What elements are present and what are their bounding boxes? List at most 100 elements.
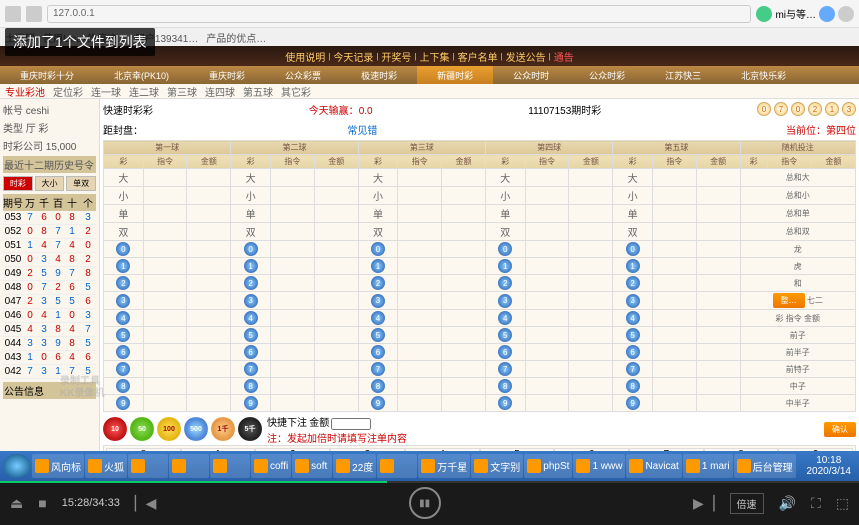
sub-nav-item[interactable]: 连一球 — [91, 84, 121, 99]
bet-ball[interactable]: 9 — [116, 396, 130, 410]
right-cell[interactable]: 和 — [740, 275, 855, 292]
bet-ball[interactable]: 0 — [116, 242, 130, 256]
top-link[interactable]: 今天记录 — [333, 49, 373, 64]
bet-ball[interactable]: 4 — [244, 311, 258, 325]
bet-ball[interactable]: 9 — [498, 396, 512, 410]
sidebar-tab[interactable]: 单双 — [66, 176, 96, 191]
bet-ball[interactable]: 1 — [498, 259, 512, 273]
top-link[interactable]: 上下集 — [420, 49, 450, 64]
quick-amount-input[interactable] — [331, 418, 371, 430]
taskbar-item[interactable]: 万千星 — [418, 454, 470, 478]
top-link[interactable]: 发送公告 — [506, 49, 546, 64]
sub-nav-item[interactable]: 连四球 — [205, 84, 235, 99]
bet-ball[interactable]: 3 — [116, 294, 130, 308]
taskbar-item[interactable]: 22度 — [333, 454, 376, 478]
right-cell[interactable]: 整… 七二 — [740, 292, 855, 310]
url-bar[interactable]: 127.0.0.1 — [47, 5, 751, 23]
bet-option[interactable]: 单 — [500, 210, 510, 221]
bet-option[interactable]: 双 — [246, 228, 256, 239]
taskbar-item[interactable]: 文字别 — [471, 454, 523, 478]
right-cell[interactable]: 中子 — [740, 378, 855, 395]
top-link[interactable]: 客户名单 — [458, 49, 498, 64]
bet-ball[interactable]: 6 — [498, 345, 512, 359]
bet-ball[interactable]: 1 — [244, 259, 258, 273]
bet-option[interactable]: 大 — [500, 174, 510, 185]
bet-ball[interactable]: 0 — [626, 242, 640, 256]
taskbar-item[interactable]: soft — [292, 454, 332, 478]
right-cell[interactable]: 中半子 — [740, 395, 855, 412]
speed-button[interactable]: 倍速 — [730, 493, 764, 514]
right-option[interactable]: 总和双 — [740, 223, 855, 241]
chip-100[interactable]: 100 — [157, 417, 181, 441]
top-link[interactable]: 通告 — [554, 49, 574, 64]
bet-ball[interactable]: 9 — [371, 396, 385, 410]
chip-10[interactable]: 10 — [103, 417, 127, 441]
bet-option[interactable]: 双 — [118, 228, 128, 239]
nav-item[interactable]: 北京幸(PK10) — [94, 66, 189, 84]
forward-button[interactable] — [26, 6, 42, 22]
bet-option[interactable]: 单 — [373, 210, 383, 221]
right-option[interactable]: 总和小 — [740, 187, 855, 205]
taskbar-item[interactable]: phpSt — [524, 454, 572, 478]
sub-nav-item[interactable]: 第三球 — [167, 84, 197, 99]
volume-icon[interactable]: 🔊 — [779, 495, 796, 512]
bet-ball[interactable]: 2 — [244, 276, 258, 290]
taskbar-item[interactable]: 后台管理 — [734, 454, 796, 478]
prev-icon[interactable]: ▏◀ — [135, 495, 157, 512]
bet-ball[interactable]: 4 — [626, 311, 640, 325]
bet-ball[interactable]: 3 — [244, 294, 258, 308]
taskbar-item[interactable]: 1 mari — [683, 454, 733, 478]
bet-ball[interactable]: 8 — [371, 379, 385, 393]
right-cell[interactable]: 彩 指令 金额 — [740, 310, 855, 327]
nav-item[interactable]: 江苏快三 — [645, 66, 721, 84]
top-link[interactable]: 使用说明 — [285, 49, 325, 64]
bet-ball[interactable]: 0 — [244, 242, 258, 256]
bet-ball[interactable]: 7 — [371, 362, 385, 376]
eject-icon[interactable]: ⏏ — [10, 495, 23, 512]
bet-ball[interactable]: 6 — [116, 345, 130, 359]
bet-ball[interactable]: 7 — [626, 362, 640, 376]
bet-option[interactable]: 双 — [628, 228, 638, 239]
chip-1k[interactable]: 1千 — [211, 417, 235, 441]
bet-ball[interactable]: 8 — [244, 379, 258, 393]
next-icon[interactable]: ▶▕ — [693, 495, 715, 512]
nav-item-active[interactable]: 新疆时彩 — [417, 66, 493, 84]
top-link[interactable]: 开奖号 — [381, 49, 411, 64]
bet-option[interactable]: 小 — [246, 192, 256, 203]
right-option[interactable]: 总和单 — [740, 205, 855, 223]
bet-option[interactable]: 单 — [628, 210, 638, 221]
bet-ball[interactable]: 3 — [626, 294, 640, 308]
right-cell[interactable]: 龙 — [740, 241, 855, 258]
bet-ball[interactable]: 2 — [626, 276, 640, 290]
taskbar-item[interactable]: 风向标 — [32, 454, 84, 478]
video-progress[interactable] — [0, 481, 859, 483]
right-cell[interactable]: 前子 — [740, 327, 855, 344]
nav-item[interactable]: 公众时时 — [493, 66, 569, 84]
taskbar-item[interactable] — [128, 454, 168, 478]
bet-ball[interactable]: 3 — [371, 294, 385, 308]
bet-ball[interactable]: 5 — [116, 328, 130, 342]
bet-ball[interactable]: 5 — [371, 328, 385, 342]
sub-nav-item[interactable]: 专业彩池 — [5, 84, 45, 99]
bet-option[interactable]: 小 — [628, 192, 638, 203]
taskbar-item[interactable] — [210, 454, 250, 478]
taskbar-item[interactable]: Navicat — [626, 454, 681, 478]
nav-item[interactable]: 重庆时彩十分 — [0, 66, 94, 84]
taskbar-item[interactable]: 1 www — [573, 454, 625, 478]
right-cell[interactable]: 前特子 — [740, 361, 855, 378]
right-option[interactable]: 总和大 — [740, 169, 855, 187]
bet-option[interactable]: 双 — [373, 228, 383, 239]
bet-ball[interactable]: 7 — [498, 362, 512, 376]
bet-option[interactable]: 单 — [246, 210, 256, 221]
bet-ball[interactable]: 5 — [498, 328, 512, 342]
nav-item[interactable]: 极速时彩 — [341, 66, 417, 84]
bet-option[interactable]: 小 — [373, 192, 383, 203]
right-cell[interactable]: 虎 — [740, 258, 855, 275]
fullscreen-icon[interactable]: ⬚ — [836, 495, 849, 512]
bet-ball[interactable]: 9 — [626, 396, 640, 410]
right-cell[interactable]: 前半子 — [740, 344, 855, 361]
bet-ball[interactable]: 1 — [371, 259, 385, 273]
sidebar-tab[interactable]: 大小 — [35, 176, 65, 191]
faq-link[interactable]: 常见错 — [347, 122, 377, 137]
sub-nav-item[interactable]: 其它彩 — [281, 84, 311, 99]
